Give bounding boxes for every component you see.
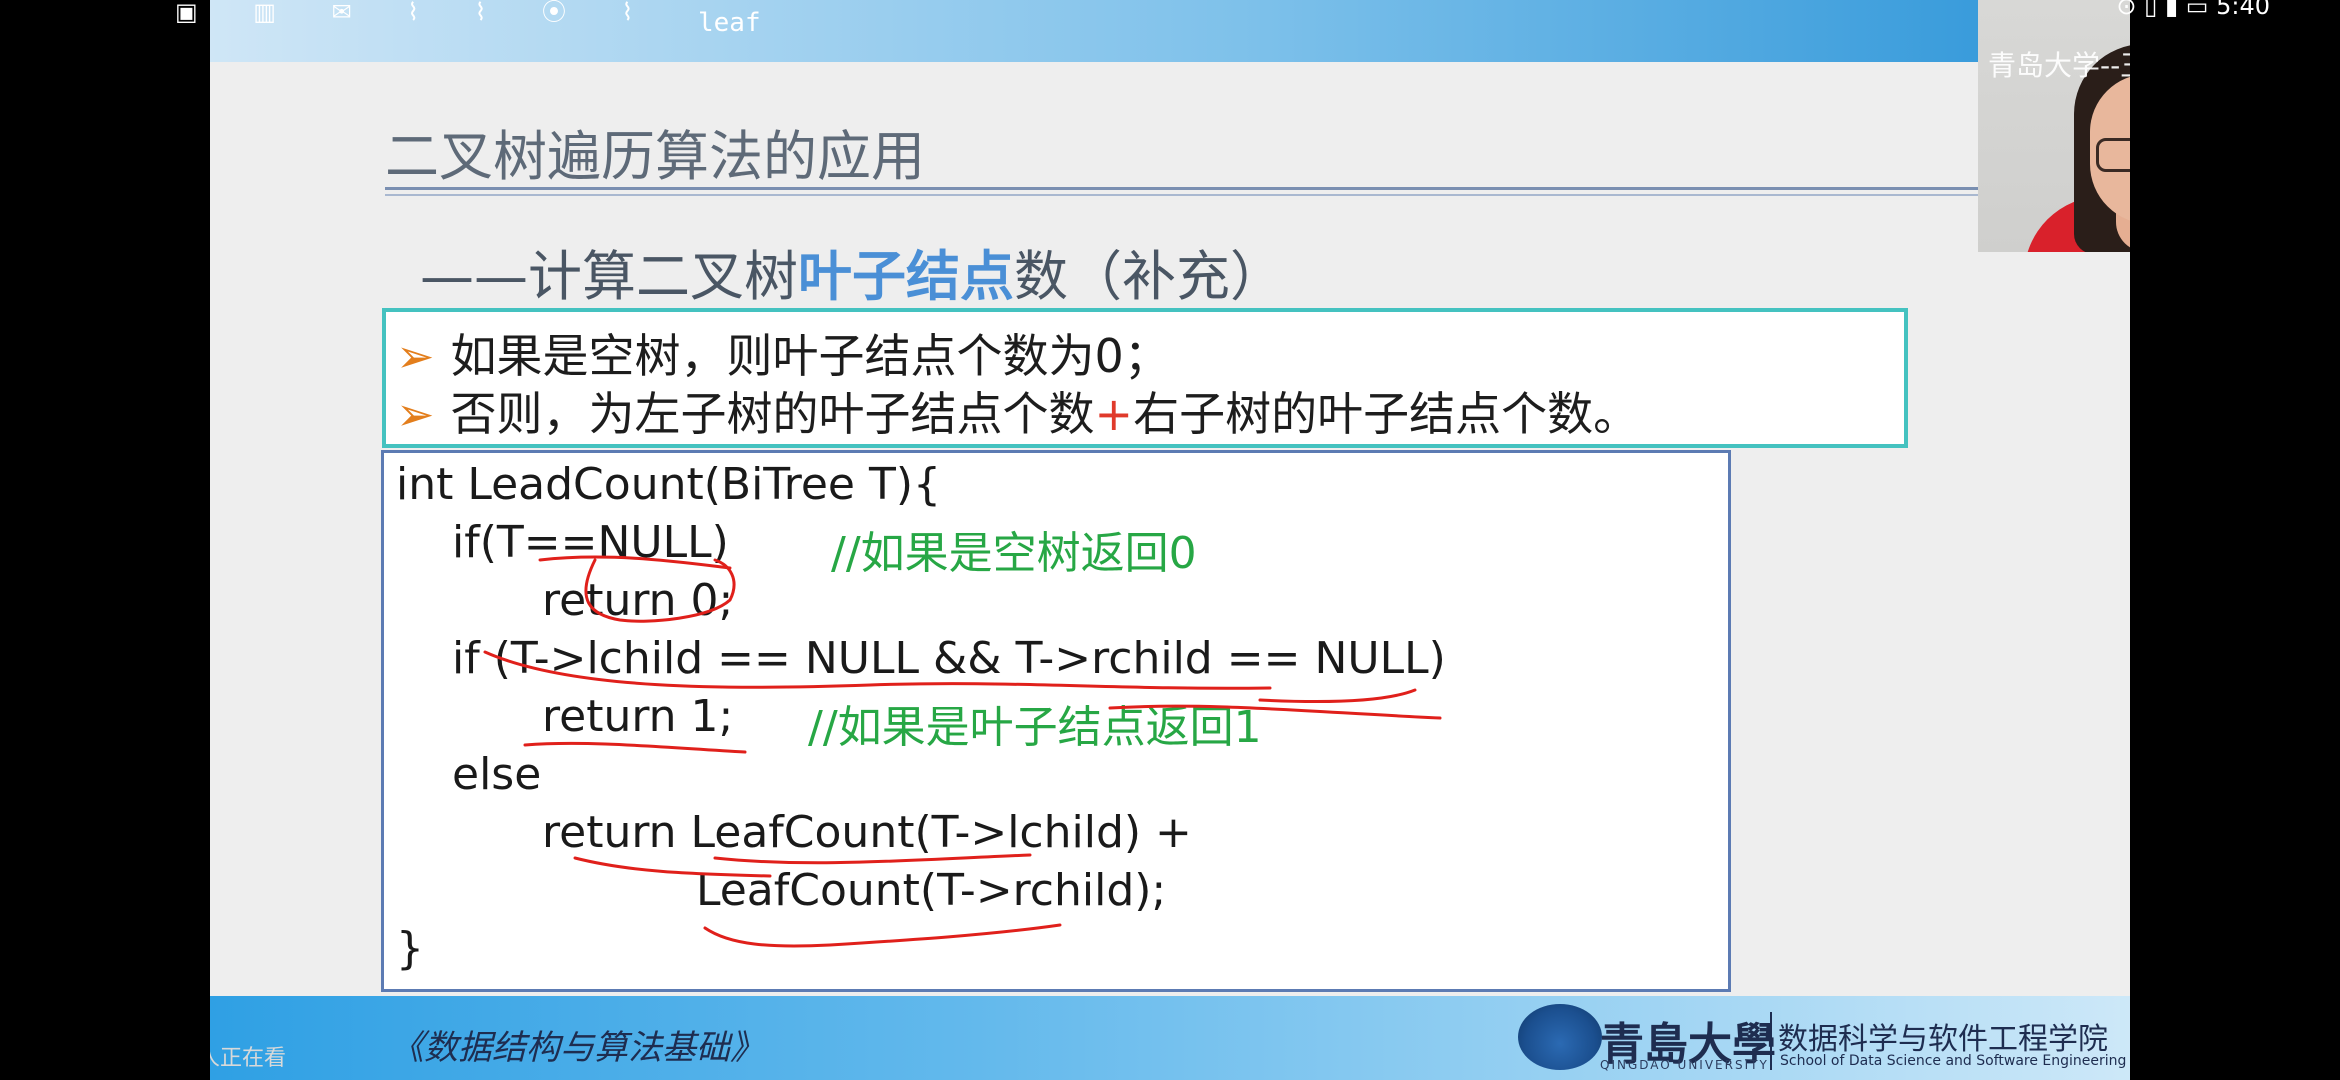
code-line: return LeafCount(T->lchild) + xyxy=(542,807,1192,858)
title-rule xyxy=(385,187,1980,190)
code-comment: //如果是空树返回0 xyxy=(831,528,1197,579)
university-logo-icon xyxy=(1518,1004,1602,1070)
arrow-bullet-icon: ➢ xyxy=(396,387,435,441)
code-line: if (T->lchild == NULL && T->rchild == NU… xyxy=(452,633,1446,684)
code-block: int LeadCount(BiTree T){ if(T==NULL) //如… xyxy=(381,450,1731,992)
arrow-bullet-icon: ➢ xyxy=(396,329,435,383)
university-name-en: QINGDAO UNIVERSITY xyxy=(1600,1058,1769,1072)
slide-title: 二叉树遍历算法的应用 xyxy=(385,125,925,188)
code-line: return 1; xyxy=(542,691,734,742)
status-bar-left-icons: ▣ ▥ ✉ ⌇ ⌇ ⦿ ⌇ xyxy=(175,0,658,26)
code-comment: //如果是叶子结点返回1 xyxy=(808,702,1262,753)
subtitle-prefix: ——计算二叉树 xyxy=(420,245,798,308)
bullet-text: 右子树的叶子结点个数。 xyxy=(1133,387,1640,441)
plus-sign: + xyxy=(1094,387,1134,441)
school-name: 数据科学与软件工程学院 xyxy=(1778,1022,2108,1057)
video-frame[interactable]: leaf 二叉树遍历算法的应用 ——计算二叉树叶子结点数（补充） ➢ 如果是空树，… xyxy=(210,0,2130,1080)
bullet-text: 如果是空树，则叶子结点个数为0； xyxy=(450,329,1170,383)
status-bar-right-icons: ⊙ ▯ ▮ ▭ 5:40 xyxy=(2116,0,2270,20)
subtitle-suffix: 数（补充） xyxy=(1014,245,1284,308)
code-line: else xyxy=(452,749,542,800)
glasses-icon xyxy=(2096,138,2130,172)
slide-subtitle: ——计算二叉树叶子结点数（补充） xyxy=(420,232,1284,311)
code-line: LeafCount(T->rchild); xyxy=(696,865,1167,916)
title-rule-thin xyxy=(385,194,1980,196)
search-term-label: leaf xyxy=(698,8,761,38)
viewer-count: 3人正在看 xyxy=(210,1046,286,1071)
bullet-item: ➢ 否则，为左子树的叶子结点个数+右子树的叶子结点个数。 xyxy=(396,378,1639,444)
code-line: } xyxy=(396,923,424,974)
webcam-overlay: 青岛大学--王卓 bilibili xyxy=(1978,0,2130,252)
book-title: 《数据结构与算法基础》 xyxy=(390,1028,764,1068)
footer-divider xyxy=(1770,1012,1772,1070)
code-line: int LeadCount(BiTree T){ xyxy=(396,459,941,510)
bullet-item: ➢ 如果是空树，则叶子结点个数为0； xyxy=(396,320,1170,386)
subtitle-highlight: 叶子结点 xyxy=(798,245,1014,308)
code-line: if(T==NULL) xyxy=(452,517,729,568)
code-line: return 0; xyxy=(542,575,734,626)
bullet-text: 否则，为左子树的叶子结点个数 xyxy=(450,387,1095,441)
webcam-watermark: 青岛大学--王卓 bilibili xyxy=(1988,49,2130,82)
school-name-en: School of Data Science and Software Engi… xyxy=(1780,1053,2127,1069)
bullet-box: ➢ 如果是空树，则叶子结点个数为0； ➢ 否则，为左子树的叶子结点个数+右子树的叶子… xyxy=(382,308,1908,448)
